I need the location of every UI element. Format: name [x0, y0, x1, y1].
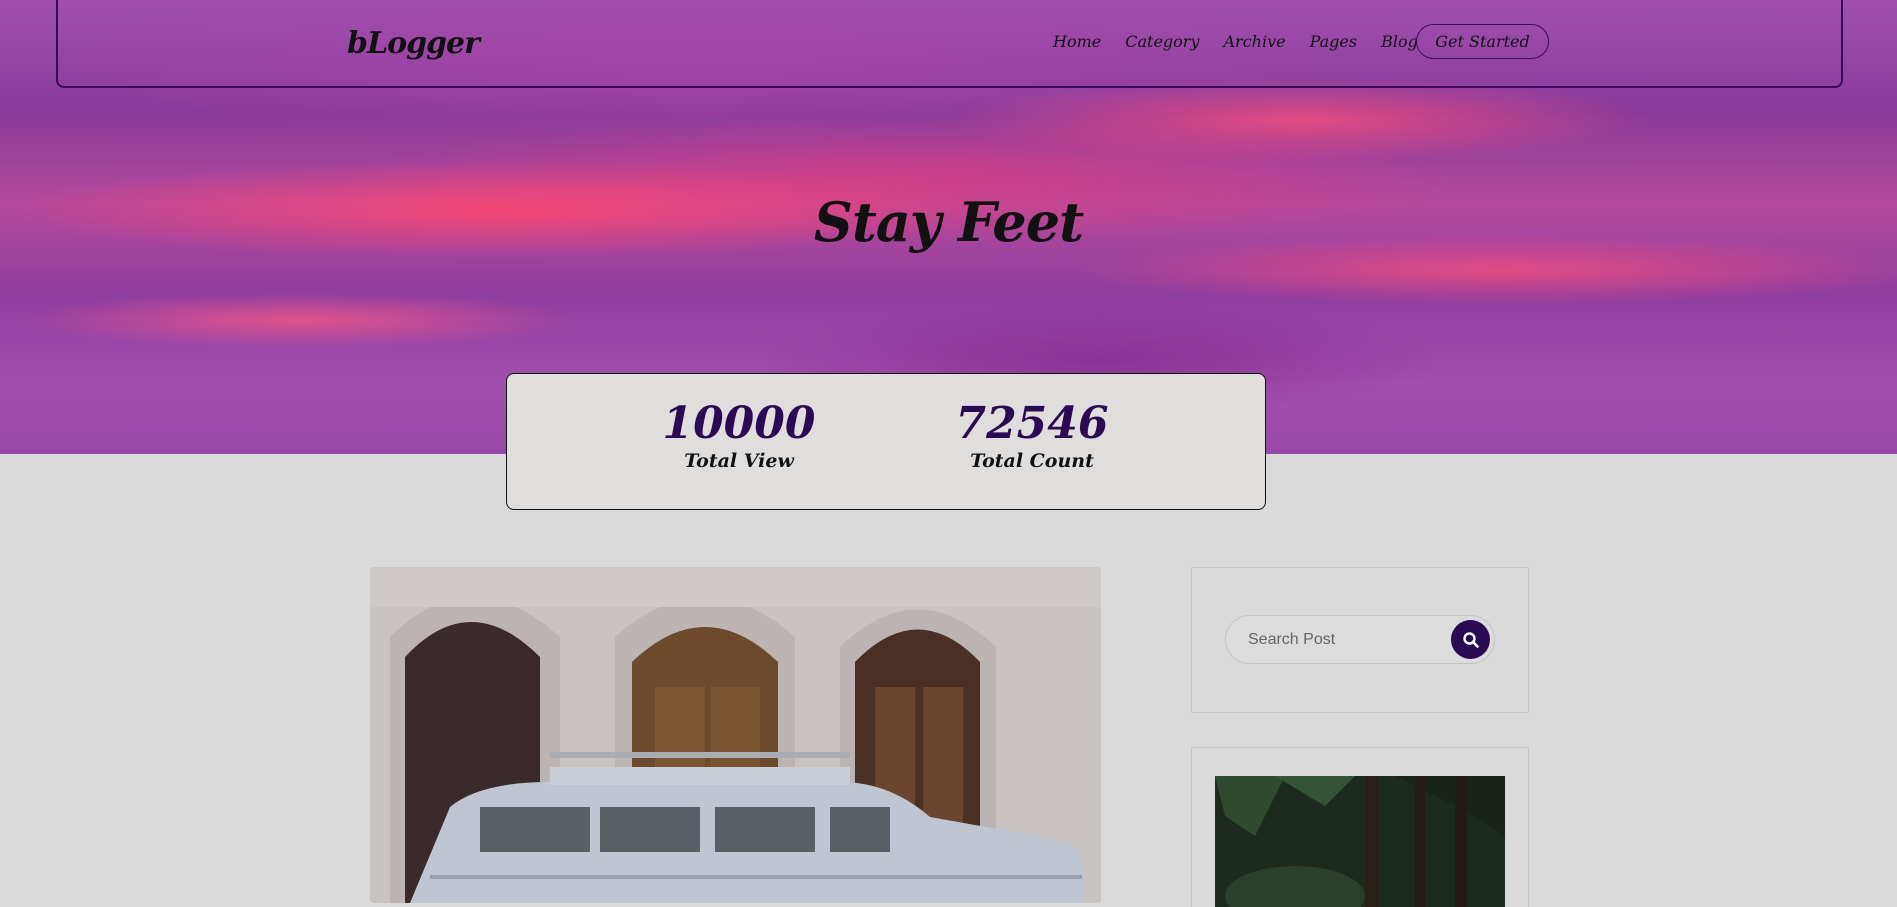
- post-featured-image[interactable]: [370, 567, 1101, 903]
- stats-card: 10000 Total View 72546 Total Count: [506, 373, 1266, 510]
- search-icon: [1462, 631, 1479, 648]
- nav-blog[interactable]: Blog: [1381, 32, 1418, 51]
- nav-pages[interactable]: Pages: [1310, 32, 1358, 51]
- building-car-illustration: [370, 567, 1101, 903]
- search-input[interactable]: [1248, 616, 1438, 663]
- stat-label: Total View: [684, 450, 794, 473]
- stat-label: Total Count: [970, 450, 1094, 473]
- site-logo[interactable]: bLogger: [347, 26, 480, 61]
- nav-home[interactable]: Home: [1053, 32, 1101, 51]
- nav-category[interactable]: Category: [1125, 32, 1199, 51]
- get-started-button[interactable]: Get Started: [1416, 24, 1549, 59]
- nav-archive[interactable]: Archive: [1223, 32, 1285, 51]
- stat-total-count: 72546 Total Count: [932, 398, 1132, 473]
- featured-widget: [1191, 747, 1529, 907]
- hero-title: Stay Feet: [813, 190, 1084, 254]
- forest-illustration: [1215, 776, 1505, 907]
- search-widget: [1191, 567, 1529, 713]
- stat-value: 10000: [662, 398, 816, 449]
- stat-value: 72546: [955, 398, 1109, 449]
- stat-total-view: 10000 Total View: [639, 398, 839, 473]
- search-button[interactable]: [1451, 620, 1490, 659]
- navbar: [56, 0, 1843, 88]
- search-box: [1225, 615, 1495, 664]
- main-menu: Home Category Archive Pages Blog: [1053, 32, 1442, 51]
- sidebar-featured-image[interactable]: [1215, 776, 1505, 907]
